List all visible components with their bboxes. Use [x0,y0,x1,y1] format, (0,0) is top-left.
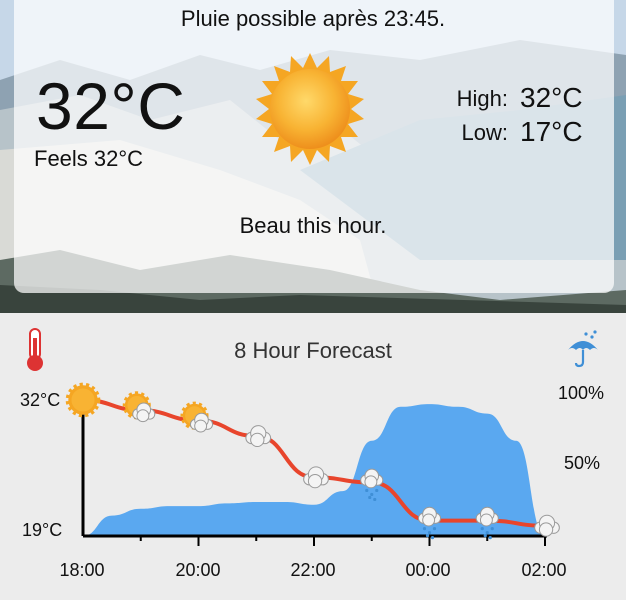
x-tick-label: 20:00 [175,560,221,580]
high-label: High: [456,86,508,111]
x-tick-label: 22:00 [290,560,336,580]
umbrella-rain-icon [568,330,598,368]
y-tick-label-min: 19°C [22,520,63,540]
forecast-title: 8 Hour Forecast [234,338,392,363]
low-temperature: 17°C [520,116,583,147]
sun-icon [65,382,101,418]
precip-tick-label-50: 50% [564,453,601,473]
precip-tick-label-100: 100% [558,383,605,403]
cloud-icon [534,514,560,537]
feels-like: Feels 32°C [34,146,144,171]
cloud-icon [303,466,329,489]
sun-cloud-icon [122,391,156,423]
x-tick-label: 02:00 [521,560,567,580]
precipitation-alert: Pluie possible après 23:45. [180,6,446,31]
x-tick-label: 18:00 [59,560,105,580]
low-label: Low: [461,120,508,145]
cloud-icon [245,425,272,448]
current-conditions-panel: Pluie possible après 23:45. 32°C Feels 3… [0,0,626,313]
sun-icon [256,53,364,165]
current-temperature: 32°C [36,69,186,143]
high-temperature: 32°C [520,82,583,113]
x-tick-label: 00:00 [405,560,451,580]
hourly-summary: Beau this hour. [239,213,387,238]
y-tick-label-max: 32°C [20,390,61,410]
sun-cloud-icon [180,401,214,433]
